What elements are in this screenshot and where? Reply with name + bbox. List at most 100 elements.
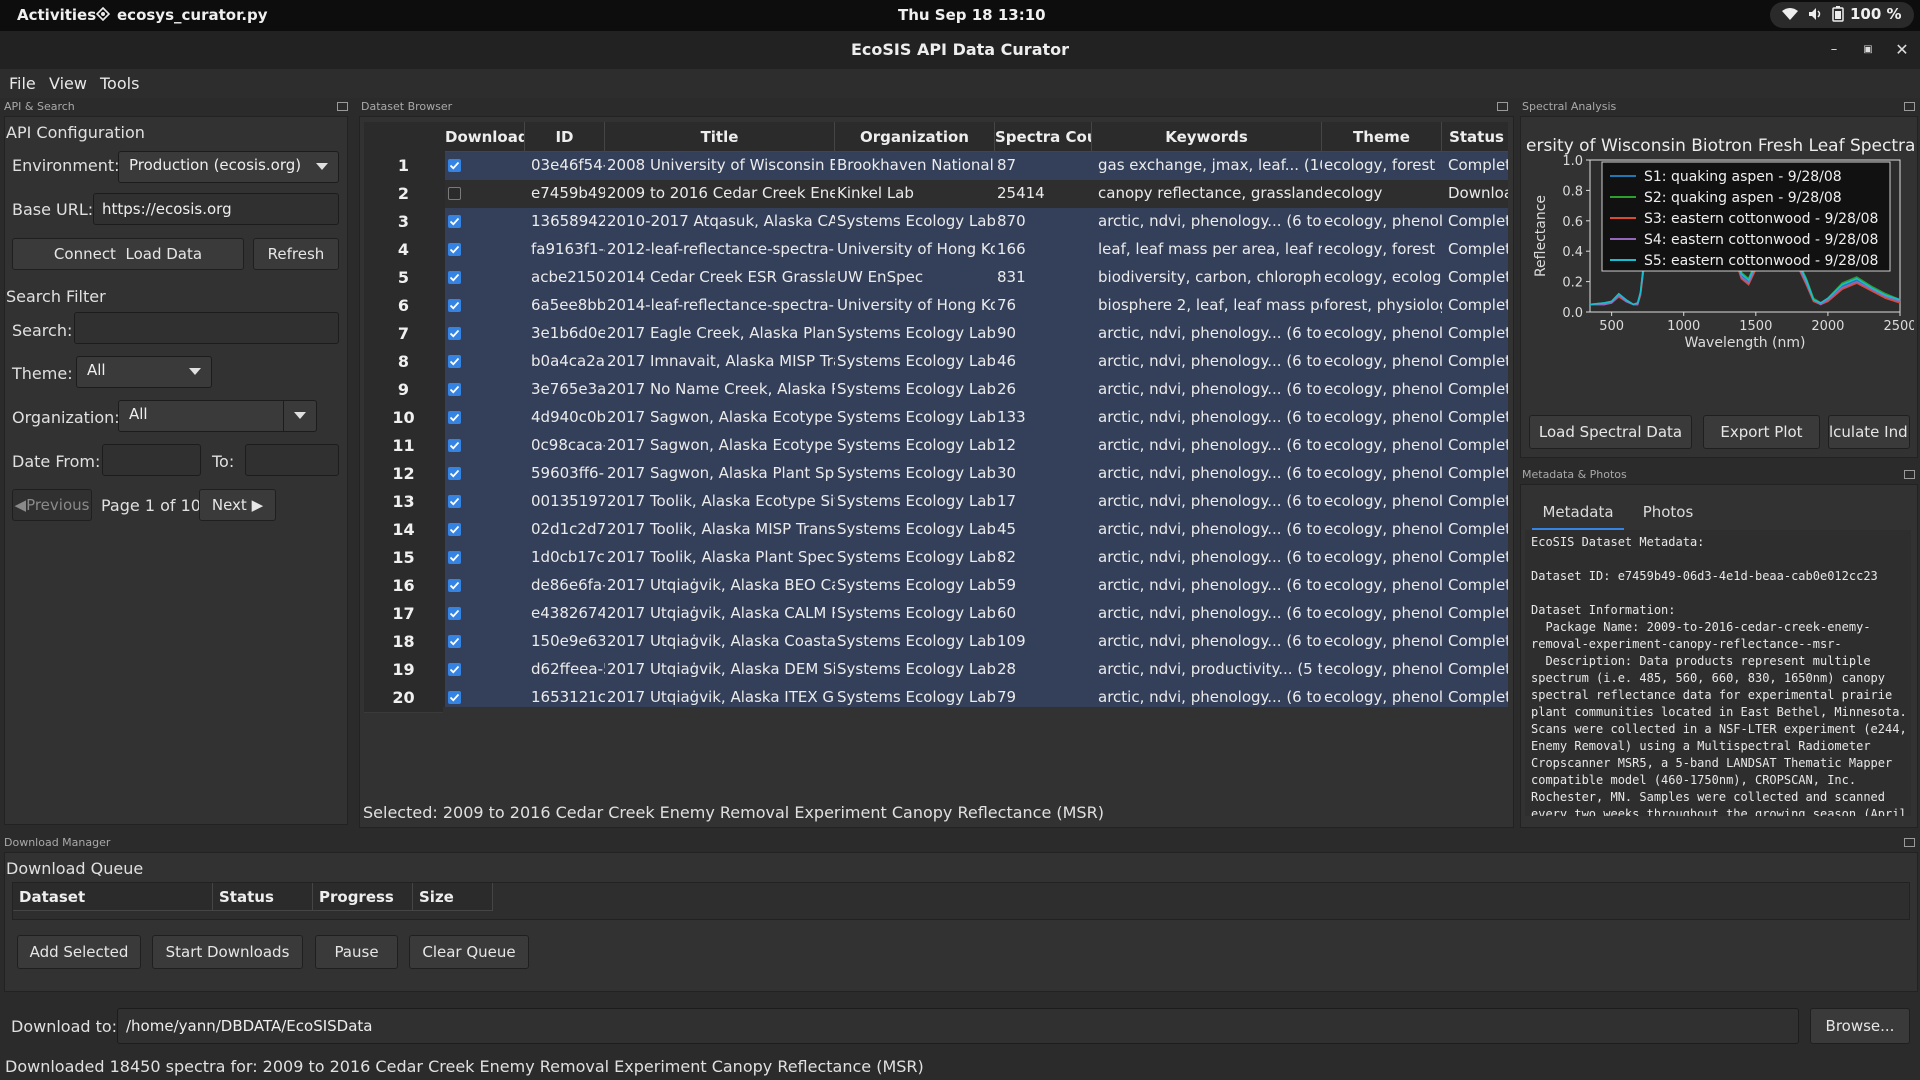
add-selected-button[interactable]: Add Selected <box>17 935 141 969</box>
menu-tools[interactable]: Tools <box>100 74 139 93</box>
col-header-status[interactable]: Status <box>1442 122 1508 152</box>
connect-load-button[interactable]: Connect Load Data <box>12 238 244 270</box>
base-url-field[interactable]: https://ecosis.org <box>93 193 339 225</box>
checkbox-checked[interactable] <box>448 411 461 424</box>
row-number[interactable]: 17 <box>364 600 443 629</box>
checkbox-checked[interactable] <box>448 467 461 480</box>
row-number[interactable]: 12 <box>364 460 443 489</box>
col-header-title[interactable]: Title <box>605 122 835 152</box>
export-plot-button[interactable]: Export Plot <box>1703 415 1820 449</box>
queue-col-size[interactable]: Size <box>413 883 493 911</box>
queue-col-dataset[interactable]: Dataset <box>13 883 213 911</box>
table-row[interactable]: 150e9e63- 2017 Utqiaġvik, Alaska Coastal … <box>445 628 1508 656</box>
checkbox-checked[interactable] <box>448 159 461 172</box>
checkbox-checked[interactable] <box>448 607 461 620</box>
row-number[interactable]: 6 <box>364 292 443 321</box>
maximize-icon[interactable]: ▣ <box>1859 41 1877 59</box>
checkbox-checked[interactable] <box>448 523 461 536</box>
checkbox-checked[interactable] <box>448 579 461 592</box>
dock-float-icon[interactable] <box>1904 838 1915 847</box>
checkbox-checked[interactable] <box>448 383 461 396</box>
col-header-id[interactable]: ID <box>525 122 605 152</box>
table-row[interactable]: 3e765e3a- 2017 No Name Creek, Alaska Pla S… <box>445 376 1508 404</box>
tab-metadata[interactable]: Metadata <box>1532 500 1624 531</box>
row-number[interactable]: 11 <box>364 432 443 461</box>
table-row[interactable]: 6a5ee8bb- 2014-leaf-reflectance-spectra-o… <box>445 292 1508 320</box>
row-number[interactable]: 13 <box>364 488 443 517</box>
table-row[interactable]: de86e6fa-(2017 Utqiaġvik, Alaska BEO Can… <box>445 572 1508 600</box>
refresh-button[interactable]: Refresh <box>253 238 339 270</box>
row-number[interactable]: 7 <box>364 320 443 349</box>
row-number[interactable]: 5 <box>364 264 443 293</box>
minimize-icon[interactable]: – <box>1825 41 1843 59</box>
checkbox-unchecked[interactable] <box>448 187 461 200</box>
checkbox-checked[interactable] <box>448 271 461 284</box>
clock[interactable]: Thu Sep 18 13:10 <box>898 6 1046 24</box>
row-number[interactable]: 14 <box>364 516 443 545</box>
table-row[interactable]: 03e46f54- 2008 University of Wisconsin Bi… <box>445 152 1508 180</box>
checkbox-checked[interactable] <box>448 299 461 312</box>
checkbox-checked[interactable] <box>448 663 461 676</box>
dock-float-icon[interactable] <box>1904 470 1915 479</box>
close-icon[interactable]: ✕ <box>1893 41 1911 59</box>
dock-float-icon[interactable] <box>337 102 348 111</box>
table-row[interactable]: e7459b49- 2009 to 2016 Cedar Creek Enem Ki… <box>445 180 1508 208</box>
activities-button[interactable]: Activities <box>17 6 96 24</box>
clear-queue-button[interactable]: Clear Queue <box>409 935 529 969</box>
organization-select[interactable]: All <box>118 400 317 432</box>
table-row[interactable]: 00135197- 2017 Toolik, Alaska Ecotype Sit… <box>445 488 1508 516</box>
environment-select[interactable]: Production (ecosis.org) <box>118 151 339 183</box>
queue-col-progress[interactable]: Progress <box>313 883 413 911</box>
row-number[interactable]: 15 <box>364 544 443 573</box>
pause-button[interactable]: Pause <box>315 935 398 969</box>
theme-select[interactable]: All <box>76 356 212 388</box>
download-path-field[interactable]: /home/yann/DBDATA/EcoSISData <box>117 1008 1799 1044</box>
search-input[interactable] <box>74 312 339 344</box>
table-row[interactable]: b0a4ca2a- 2017 Imnavait, Alaska MISP Tran… <box>445 348 1508 376</box>
row-number[interactable]: 16 <box>364 572 443 601</box>
row-number[interactable]: 9 <box>364 376 443 405</box>
date-from-field[interactable] <box>102 444 201 476</box>
table-row[interactable]: d62ffeea-5 2017 Utqiaġvik, Alaska DEM Sit… <box>445 656 1508 684</box>
table-row[interactable]: fa9163f1-42012-leaf-reflectance-spectra-… <box>445 236 1508 264</box>
previous-button[interactable]: ◀Previous <box>12 489 92 521</box>
row-number[interactable]: 1 <box>364 152 443 181</box>
row-number[interactable]: 2 <box>364 180 443 209</box>
load-spectral-button[interactable]: Load Spectral Data <box>1529 415 1692 449</box>
table-row[interactable]: 4d940c0b- 2017 Sagwon, Alaska Ecotype Si S… <box>445 404 1508 432</box>
checkbox-checked[interactable] <box>448 215 461 228</box>
checkbox-checked[interactable] <box>448 635 461 648</box>
date-to-field[interactable] <box>245 444 339 476</box>
row-number[interactable]: 4 <box>364 236 443 265</box>
table-row[interactable]: 0c98caca-(2017 Sagwon, Alaska Ecotype Tu… <box>445 432 1508 460</box>
browse-button[interactable]: Browse... <box>1810 1008 1910 1044</box>
dock-float-icon[interactable] <box>1497 102 1508 111</box>
col-header-download[interactable]: Download <box>445 122 525 152</box>
table-row[interactable]: 3e1b6d0e- 2017 Eagle Creek, Alaska Plant … <box>445 320 1508 348</box>
menu-file[interactable]: File <box>9 74 36 93</box>
metadata-view[interactable]: EcoSIS Dataset Metadata: Dataset ID: e74… <box>1525 530 1911 816</box>
dock-float-icon[interactable] <box>1904 102 1915 111</box>
checkbox-checked[interactable] <box>448 495 461 508</box>
checkbox-checked[interactable] <box>448 551 461 564</box>
next-button[interactable]: Next ▶ <box>199 489 276 521</box>
col-header-keywords[interactable]: Keywords <box>1092 122 1322 152</box>
table-row[interactable]: 13658942- 2010-2017 Atqasuk, Alaska CALI S… <box>445 208 1508 236</box>
row-number[interactable]: 18 <box>364 628 443 657</box>
queue-col-status[interactable]: Status <box>213 883 313 911</box>
row-number[interactable]: 10 <box>364 404 443 433</box>
tab-photos[interactable]: Photos <box>1630 500 1706 528</box>
start-downloads-button[interactable]: Start Downloads <box>152 935 303 969</box>
table-row[interactable]: 1653121c-a2017 Utqiaġvik, Alaska ITEX Gr… <box>445 684 1508 707</box>
row-number[interactable]: 3 <box>364 208 443 237</box>
table-row[interactable]: e4382674- 2017 Utqiaġvik, Alaska CALM Plc… <box>445 600 1508 628</box>
col-header-organization[interactable]: Organization <box>835 122 995 152</box>
col-header-spectra-count[interactable]: Spectra Count <box>995 122 1092 152</box>
checkbox-checked[interactable] <box>448 327 461 340</box>
download-queue-table[interactable]: Dataset Status Progress Size <box>12 882 1910 920</box>
table-row[interactable]: acbe2150-:2014 Cedar Creek ESR Grasslanc… <box>445 264 1508 292</box>
system-menu[interactable]: 100 % <box>1770 2 1914 28</box>
checkbox-checked[interactable] <box>448 355 461 368</box>
checkbox-checked[interactable] <box>448 243 461 256</box>
table-row[interactable]: 59603ff6-: 2017 Sagwon, Alaska Plant Spec… <box>445 460 1508 488</box>
